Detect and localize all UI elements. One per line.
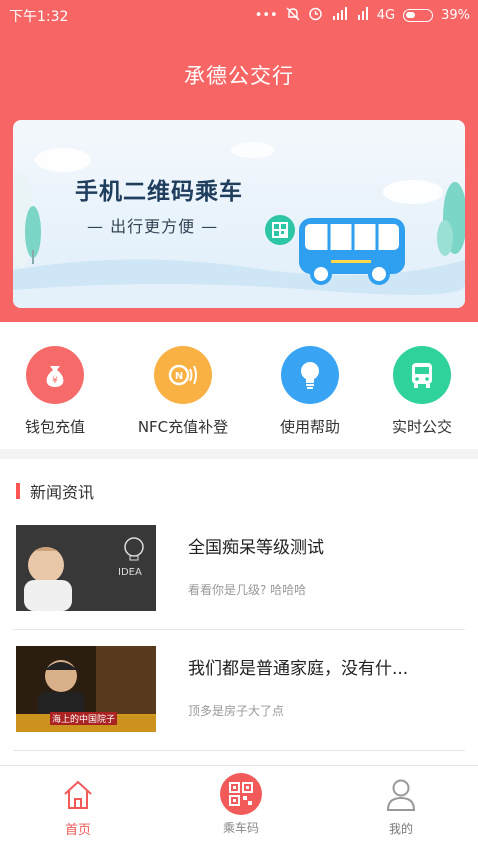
promo-banner[interactable]: 手机二维码乘车 — 出行更方便 — bbox=[13, 120, 465, 308]
alarm-icon bbox=[308, 6, 323, 25]
action-label: 钱包充值 bbox=[24, 418, 85, 436]
qr-code-icon bbox=[220, 773, 262, 815]
news-thumbnail: 海上的中国院子 bbox=[16, 646, 156, 732]
battery-level bbox=[406, 12, 416, 18]
news-item[interactable]: IDEA 全国痴呆等级测试 看看你是几级? 哈哈哈 bbox=[13, 509, 465, 630]
news-thumbnail: IDEA bbox=[16, 525, 156, 611]
banner-subtitle: — 出行更方便 — bbox=[87, 217, 219, 236]
signal-icon bbox=[357, 6, 369, 25]
heading-accent bbox=[16, 483, 20, 499]
signal-hd-icon bbox=[331, 6, 349, 25]
action-help[interactable]: 使用帮助 bbox=[250, 346, 370, 437]
header-area: 下午1:32 ••• 4G 39% 承德公交行 手机二维码乘车 — 出行更方便 … bbox=[0, 0, 478, 322]
app-screen: 下午1:32 ••• 4G 39% 承德公交行 手机二维码乘车 — 出行更方便 … bbox=[0, 0, 478, 850]
news-section: 新闻资讯 IDEA 全国痴呆等级测试 看看你是几级? 哈哈哈 海上的中国院子 我… bbox=[0, 459, 478, 765]
nfc-icon: N bbox=[154, 346, 212, 404]
action-wallet-recharge[interactable]: ¥ 钱包充值 bbox=[0, 346, 115, 437]
news-subtitle: 顶多是房子大了点 bbox=[188, 704, 285, 718]
news-item[interactable]: 海上的中国院子 我们都是普通家庭，没有什... 顶多是房子大了点 bbox=[13, 630, 465, 751]
mute-icon bbox=[286, 7, 300, 25]
user-icon bbox=[386, 779, 416, 811]
status-icons: ••• 4G 39% bbox=[255, 6, 470, 25]
tab-label: 我的 bbox=[388, 822, 413, 836]
action-label: NFC充值补登 bbox=[137, 418, 229, 436]
status-bar: 下午1:32 ••• 4G 39% bbox=[0, 0, 478, 28]
news-heading-text: 新闻资讯 bbox=[30, 483, 95, 502]
svg-text:¥: ¥ bbox=[52, 376, 58, 386]
battery-icon bbox=[403, 9, 434, 22]
network-type: 4G bbox=[376, 8, 396, 23]
action-label: 使用帮助 bbox=[279, 418, 340, 436]
quick-actions: ¥ 钱包充值 N NFC充值补登 使用帮助 实时公交 bbox=[0, 322, 478, 449]
news-subtitle: 看看你是几级? 哈哈哈 bbox=[188, 583, 307, 597]
money-bag-icon: ¥ bbox=[26, 346, 84, 404]
tab-profile[interactable]: 我的 bbox=[341, 766, 461, 850]
status-time: 下午1:32 bbox=[9, 9, 69, 25]
action-realtime-bus[interactable]: 实时公交 bbox=[362, 346, 478, 437]
tab-home[interactable]: 首页 bbox=[18, 766, 138, 850]
tab-label: 乘车码 bbox=[222, 821, 259, 835]
bus-icon bbox=[393, 346, 451, 404]
banner-title: 手机二维码乘车 bbox=[75, 179, 243, 205]
more-dots-icon: ••• bbox=[254, 8, 278, 23]
banner-illustration bbox=[13, 142, 465, 308]
page-title: 承德公交行 bbox=[184, 64, 294, 88]
news-title: 全国痴呆等级测试 bbox=[188, 538, 324, 558]
action-nfc-recharge[interactable]: N NFC充值补登 bbox=[123, 346, 243, 437]
battery-percent: 39% bbox=[441, 8, 470, 23]
lightbulb-icon bbox=[281, 346, 339, 404]
news-title: 我们都是普通家庭，没有什... bbox=[188, 659, 409, 679]
svg-text:N: N bbox=[175, 371, 183, 382]
tab-qr-code[interactable]: 乘车码 bbox=[181, 766, 301, 850]
thumb-text: 海上的中国院子 bbox=[50, 712, 118, 725]
thumb-text: IDEA bbox=[118, 567, 142, 578]
bottom-tab-bar: 首页 乘车码 我的 bbox=[0, 765, 478, 850]
news-heading: 新闻资讯 bbox=[16, 479, 94, 503]
action-label: 实时公交 bbox=[391, 418, 452, 436]
home-icon bbox=[64, 780, 92, 809]
tab-label: 首页 bbox=[64, 823, 91, 838]
